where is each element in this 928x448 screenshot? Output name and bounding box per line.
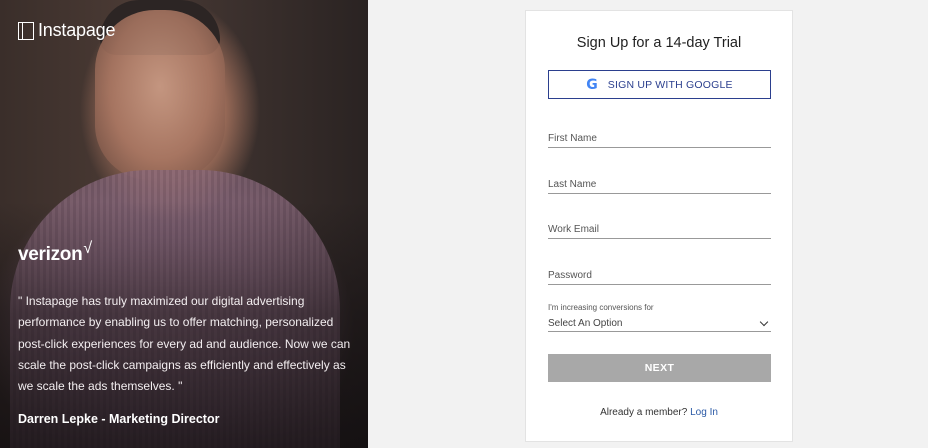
password-input[interactable]: [548, 270, 771, 284]
login-link[interactable]: Log In: [690, 407, 718, 418]
work-email-input[interactable]: [548, 224, 771, 238]
already-member-text: Already a member?: [600, 407, 688, 418]
verizon-check-icon: √: [83, 240, 92, 257]
instapage-logo-text: Instapage: [38, 20, 116, 40]
conversions-select-label: I'm increasing conversions for: [548, 303, 654, 312]
next-button[interactable]: NEXT: [548, 354, 771, 382]
signup-card: Sign Up for a 14-day Trial G SIGN UP WIT…: [525, 10, 793, 442]
conversions-select[interactable]: Select An Option: [548, 316, 771, 332]
signup-title: Sign Up for a 14-day Trial: [576, 35, 742, 51]
verizon-logo: verizon√: [18, 240, 92, 266]
conversions-select-value: Select An Option: [548, 318, 623, 329]
first-name-input[interactable]: [548, 133, 771, 147]
hero-panel: Instapage verizon√ " Instapage has truly…: [0, 0, 368, 448]
verizon-logo-text: verizon: [18, 244, 83, 265]
instapage-logo[interactable]: Instapage: [18, 20, 115, 41]
first-name-field-wrap: [548, 128, 771, 148]
last-name-input[interactable]: [548, 179, 771, 193]
already-member-row: Already a member? Log In: [526, 407, 792, 418]
instapage-logo-icon: [18, 21, 34, 40]
last-name-field-wrap: [548, 174, 771, 194]
password-field-wrap: [548, 265, 771, 285]
testimonial-author: Darren Lepke - Marketing Director: [18, 412, 220, 426]
testimonial-quote: " Instapage has truly maximized our digi…: [18, 294, 351, 394]
chevron-down-icon: [759, 317, 769, 326]
google-signup-button[interactable]: G SIGN UP WITH GOOGLE: [548, 70, 771, 99]
google-signup-label: SIGN UP WITH GOOGLE: [607, 78, 733, 91]
google-icon: G: [586, 76, 598, 93]
work-email-field-wrap: [548, 219, 771, 239]
